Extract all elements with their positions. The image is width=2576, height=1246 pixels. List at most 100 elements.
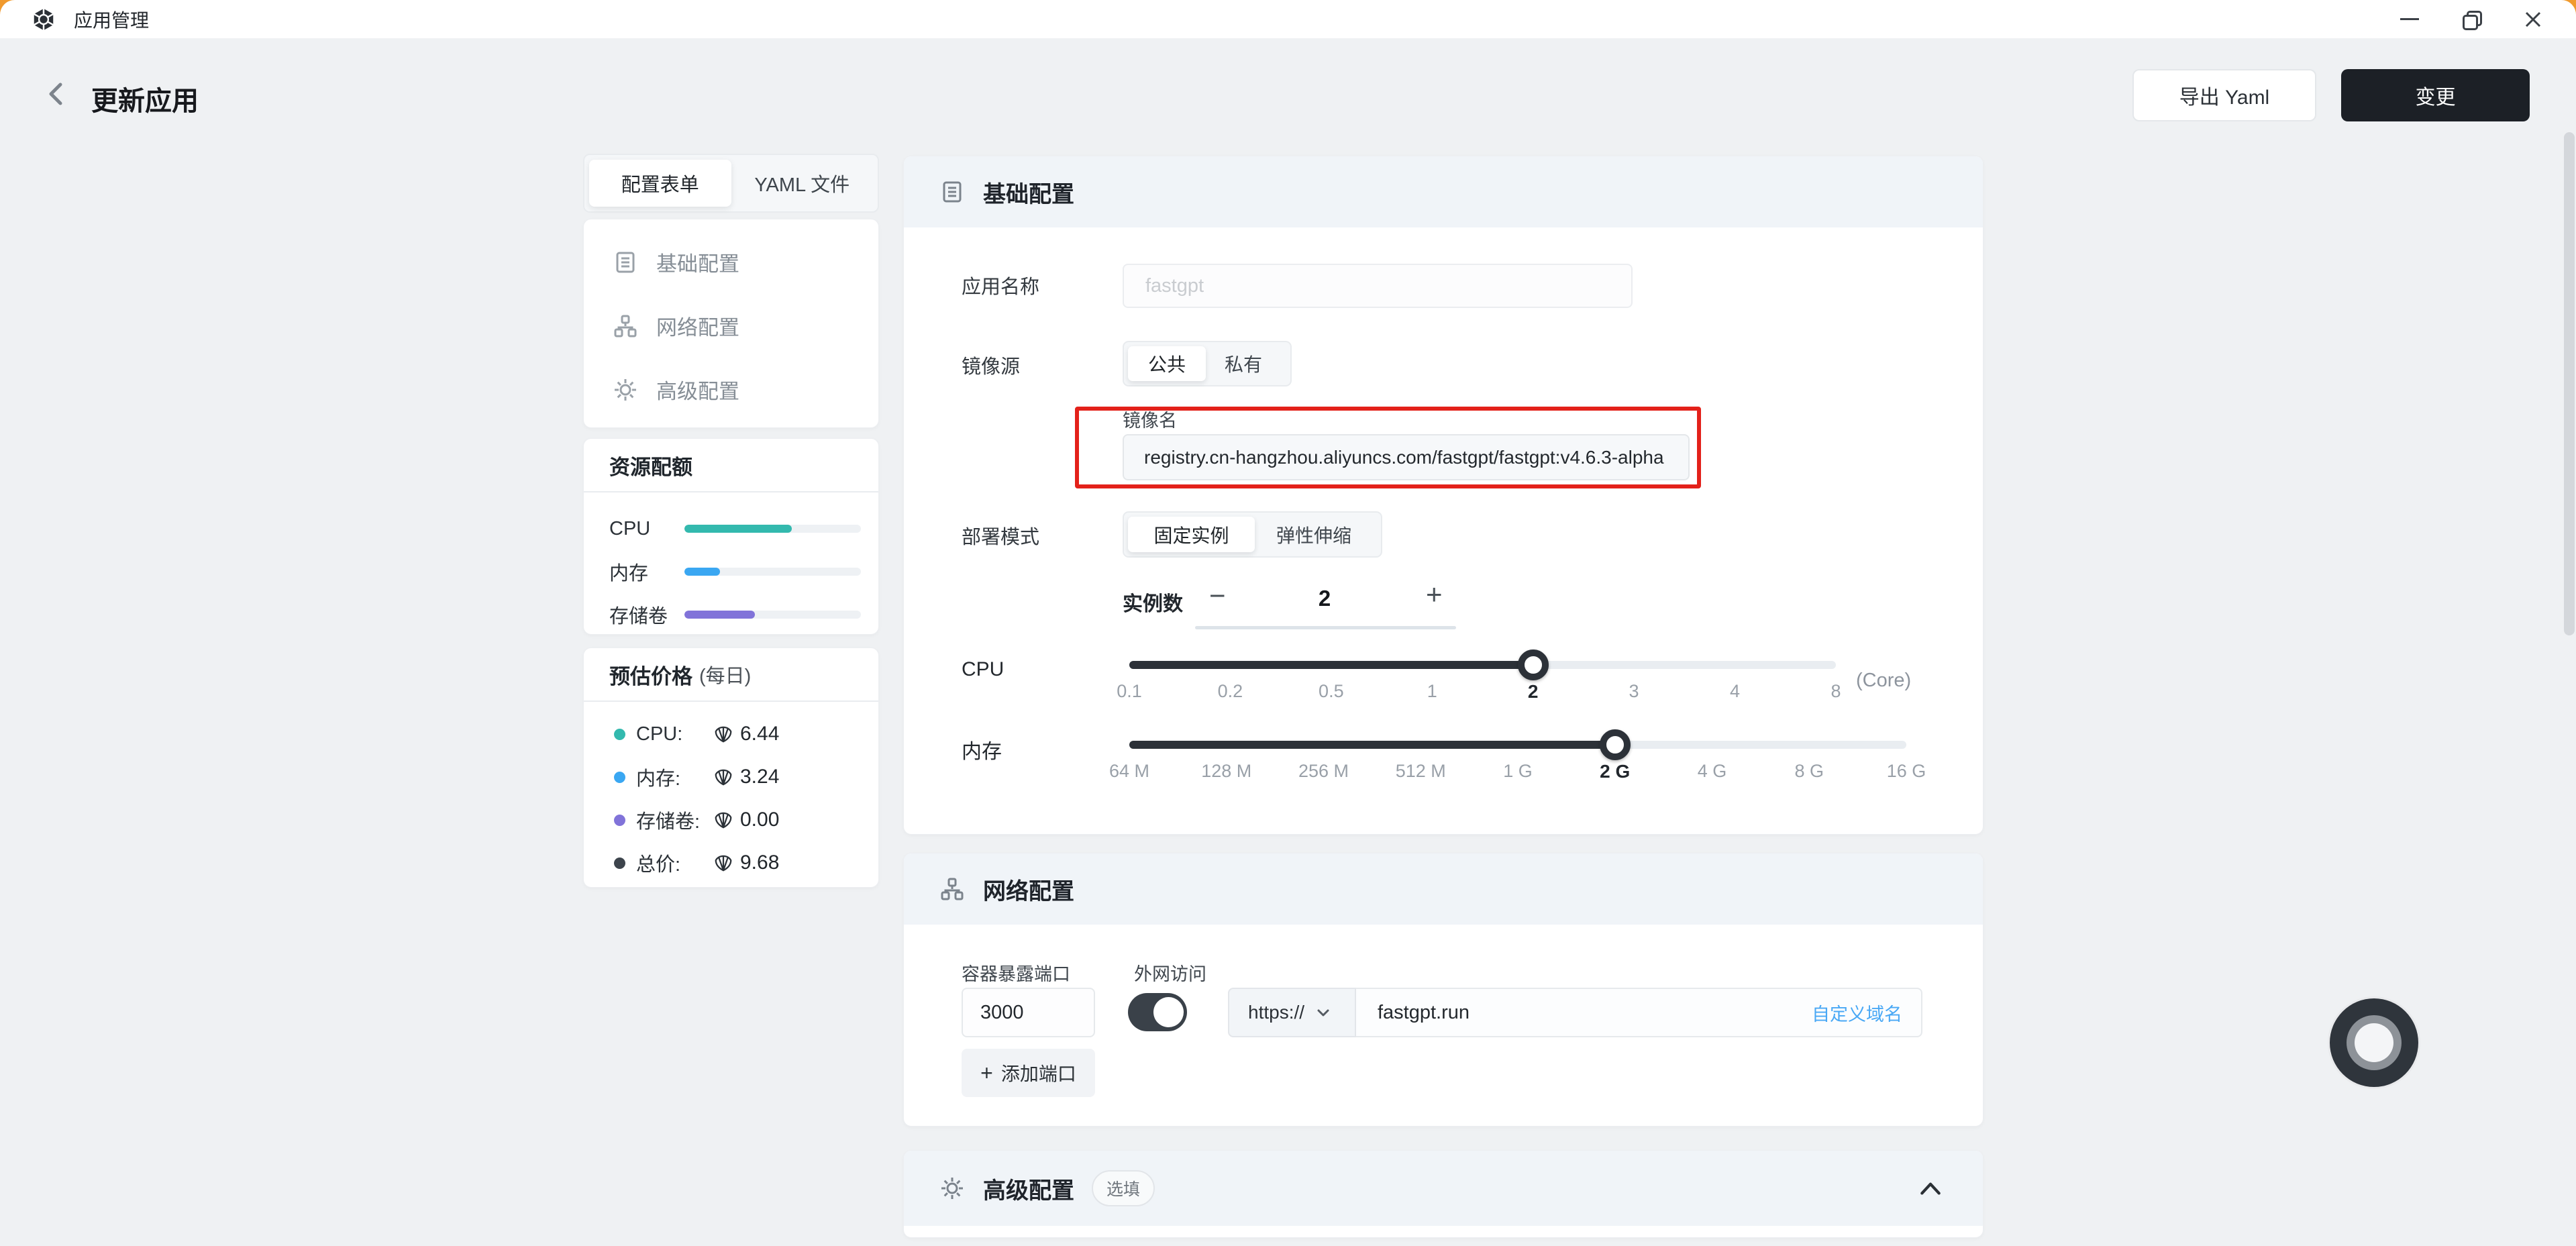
advanced-config-header[interactable]: 高级配置 选填 [904,1151,1983,1226]
cpu-quota-bar [684,525,861,533]
gear-icon [940,1176,964,1200]
section-title: 基础配置 [983,176,1074,209]
storage-quota-bar [684,611,861,619]
image-private-option[interactable]: 私有 [1206,346,1281,381]
quota-row-memory: 内存 [609,550,878,593]
network-config-header: 网络配置 [904,853,1983,925]
price-subtitle: (每日) [699,660,751,688]
app-logo-icon [31,7,56,32]
network-config-section: 网络配置 容器暴露端口 外网访问 3000 https:// fastgpt.r… [903,853,1983,1127]
add-port-button[interactable]: + 添加端口 [962,1049,1095,1097]
restore-icon [2463,11,2480,28]
click-indicator [2330,998,2418,1087]
chevron-down-icon [1317,1008,1330,1017]
sidebar-item-label: 基础配置 [656,247,739,277]
protocol-value: https:// [1248,1002,1304,1023]
currency-shell-icon [713,724,733,744]
mem-tick-selected: 2 G [1600,761,1630,782]
sidebar-item-advanced-config[interactable]: 高级配置 [584,358,878,421]
instance-decrement-button[interactable]: − [1209,582,1226,610]
app-name-label: 应用名称 [962,271,1039,299]
instance-count-value: 2 [1301,586,1348,611]
image-source-label: 镜像源 [962,351,1020,379]
stepper-underline [1195,626,1456,629]
resource-quota-card: 资源配额 CPU 内存 存储卷 [583,438,879,635]
page-title: 更新应用 [91,79,199,118]
external-access-toggle[interactable] [1128,993,1187,1031]
mem-tick: 16 G [1887,761,1926,782]
scrollbar-thumb[interactable] [2564,132,2575,635]
domain-value: fastgpt.run [1378,1002,1470,1024]
document-icon [613,250,637,274]
optional-badge: 选填 [1092,1170,1155,1206]
app-name-input[interactable]: fastgpt [1123,264,1633,308]
cpu-tick: 0.1 [1117,681,1142,702]
minimize-button[interactable] [2379,0,2440,38]
image-name-value: registry.cn-hangzhou.aliyuncs.com/fastgp… [1144,447,1664,468]
memory-dot-icon [614,772,625,783]
close-icon [2523,9,2543,30]
elastic-scaling-option[interactable]: 弹性伸缩 [1255,517,1373,552]
memory-quota-bar [684,568,861,576]
export-yaml-button[interactable]: 导出 Yaml [2132,69,2316,121]
cpu-tick: 3 [1629,681,1639,702]
restore-button[interactable] [2440,0,2502,38]
cpu-slider[interactable] [1129,661,1836,669]
image-name-input[interactable]: registry.cn-hangzhou.aliyuncs.com/fastgp… [1123,434,1690,480]
protocol-select[interactable]: https:// [1228,988,1356,1037]
currency-shell-icon [713,767,733,787]
memory-slider-label: 内存 [962,735,1002,764]
close-button[interactable] [2502,0,2564,38]
chevron-up-icon[interactable] [1918,1176,1943,1200]
basic-config-header: 基础配置 [904,156,1983,227]
sidebar-nav: 基础配置 网络配置 [583,219,879,428]
price-row-memory: 内存: 3.24 [584,756,878,798]
tab-config-form[interactable]: 配置表单 [589,160,731,207]
cpu-slider-label: CPU [962,658,1004,681]
price-row-cpu: CPU: 6.44 [584,713,878,756]
deploy-mode-label: 部署模式 [962,521,1039,550]
quota-title: 资源配额 [609,450,692,480]
price-title: 预估价格 [609,660,692,690]
price-row-storage: 存储卷: 0.00 [584,798,878,841]
sidebar-item-basic-config[interactable]: 基础配置 [584,230,878,294]
custom-domain-link[interactable]: 自定义域名 [1812,1000,1902,1026]
app-name-placeholder: fastgpt [1145,275,1204,297]
image-source-segmented: 公共 私有 [1123,341,1292,386]
cpu-dot-icon [614,729,625,740]
currency-shell-icon [713,810,733,830]
estimated-price-card: 预估价格 (每日) CPU: 6.44 内存: 3.24 [583,647,879,888]
container-port-input[interactable]: 3000 [962,988,1095,1037]
mem-tick: 512 M [1396,761,1446,782]
apply-change-button[interactable]: 变更 [2341,69,2530,121]
window-controls [2379,0,2564,38]
sidebar-item-label: 网络配置 [656,311,739,341]
total-dot-icon [614,858,625,869]
titlebar: 应用管理 [0,0,2576,38]
tab-yaml-file[interactable]: YAML 文件 [731,160,874,207]
advanced-config-section[interactable]: 高级配置 选填 [903,1150,1983,1238]
container-port-value: 3000 [980,1002,1024,1024]
image-name-label: 镜像名 [1123,406,1177,432]
cpu-tick-selected: 2 [1528,681,1539,703]
memory-slider[interactable] [1129,741,1906,749]
back-button[interactable] [42,79,71,109]
sidebar-item-network-config[interactable]: 网络配置 [584,294,878,358]
price-row-total: 总价: 9.68 [584,841,878,884]
mem-tick: 1 G [1503,761,1533,782]
cpu-unit-label: (Core) [1856,670,1911,692]
memory-slider-knob[interactable] [1600,729,1631,760]
basic-config-section: 基础配置 应用名称 fastgpt 镜像源 公共 私有 镜像名 registry… [903,156,1983,835]
deploy-mode-segmented: 固定实例 弹性伸缩 [1123,511,1382,558]
network-icon [613,314,637,338]
document-icon [940,180,964,204]
instance-increment-button[interactable]: + [1426,580,1443,609]
domain-input[interactable]: fastgpt.run 自定义域名 [1356,988,1922,1037]
config-mode-tabs: 配置表单 YAML 文件 [583,154,879,213]
mem-tick: 8 G [1794,761,1824,782]
fixed-instance-option[interactable]: 固定实例 [1128,517,1255,552]
image-public-option[interactable]: 公共 [1128,346,1206,381]
mem-tick: 128 M [1201,761,1251,782]
cpu-slider-knob[interactable] [1518,650,1549,680]
sidebar-item-label: 高级配置 [656,374,739,405]
